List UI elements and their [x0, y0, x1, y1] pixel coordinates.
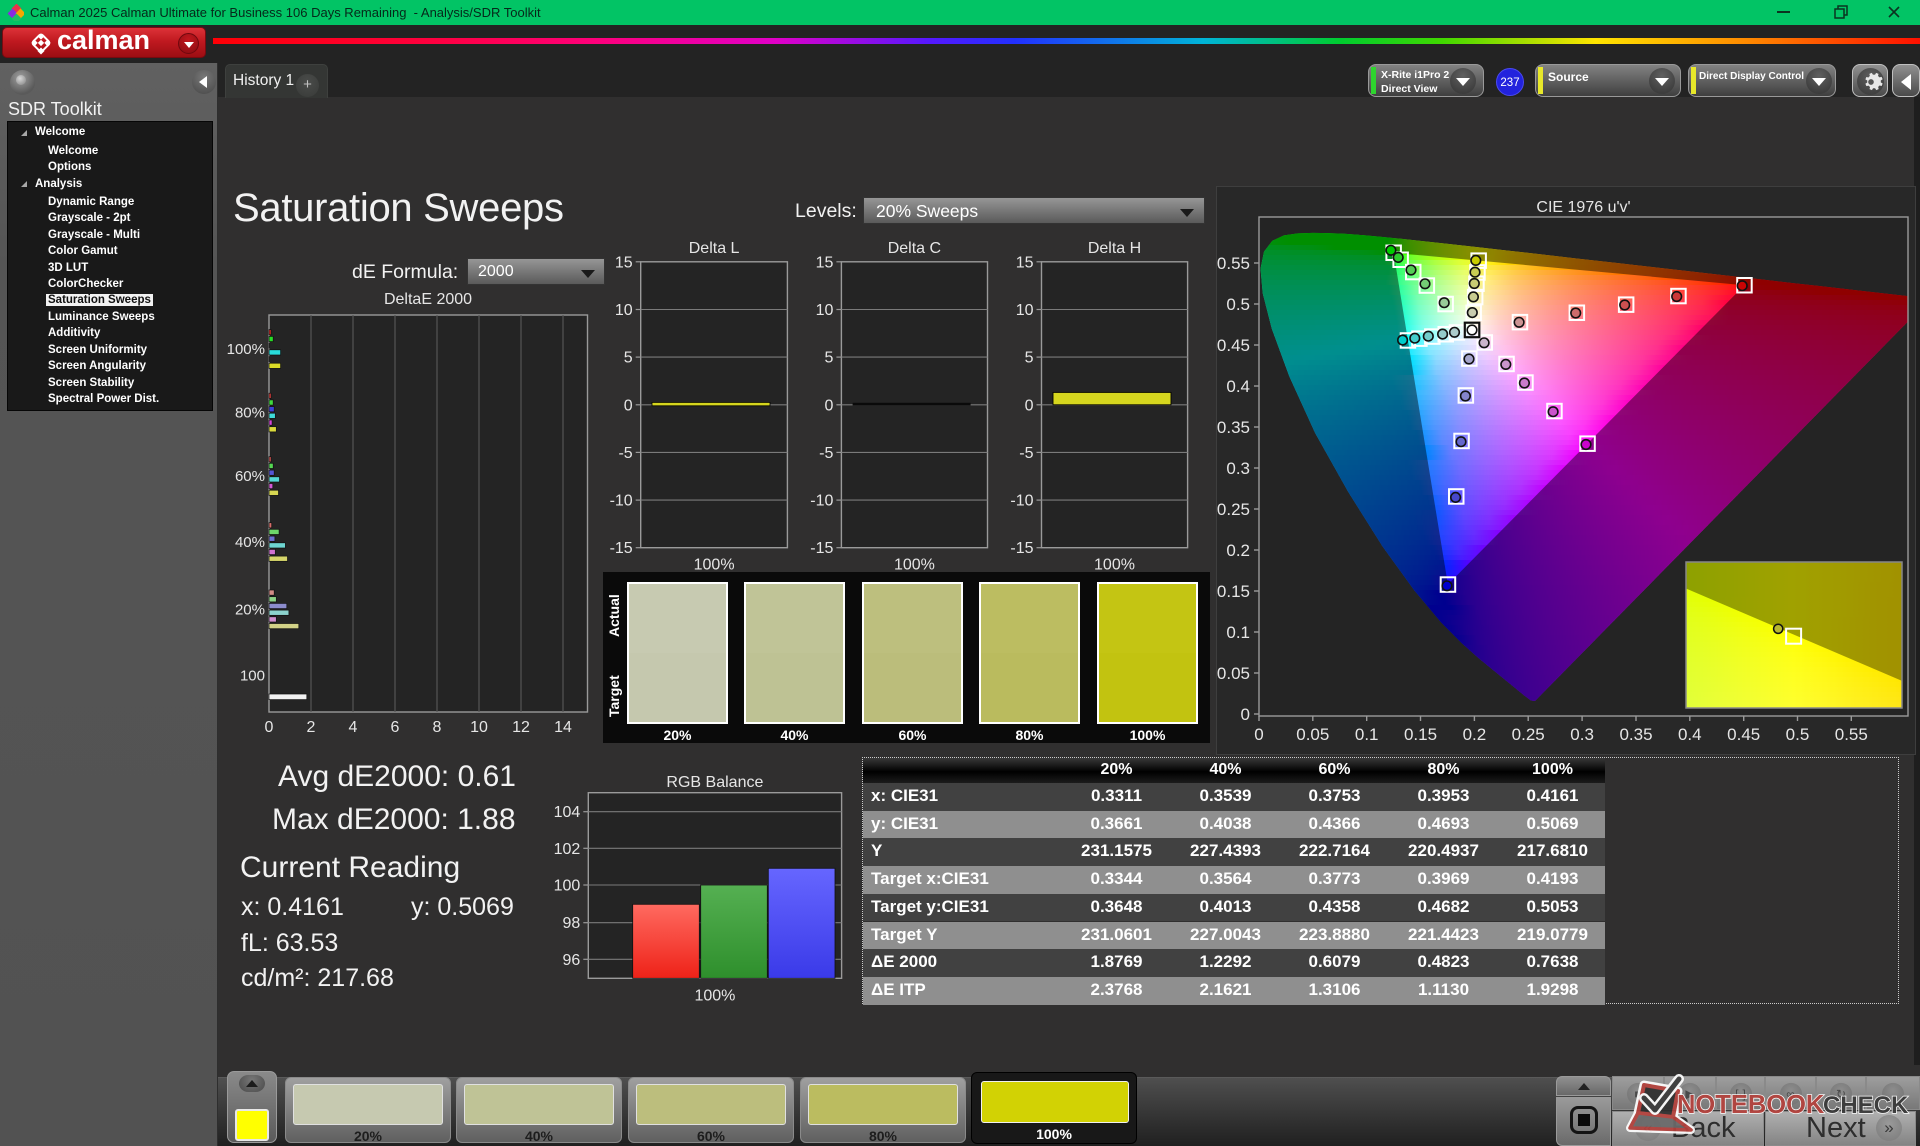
- svg-text:100%: 100%: [227, 341, 265, 358]
- svg-text:Delta C: Delta C: [888, 240, 941, 257]
- svg-text:0.3: 0.3: [1570, 725, 1594, 744]
- svg-text:0: 0: [1241, 705, 1250, 724]
- svg-text:104: 104: [554, 804, 581, 821]
- svg-text:0.5: 0.5: [1786, 725, 1810, 744]
- svg-text:-15: -15: [1010, 540, 1033, 557]
- svg-text:-5: -5: [1019, 445, 1033, 462]
- svg-text:0: 0: [624, 397, 633, 414]
- svg-text:NOTEBOOK: NOTEBOOK: [1677, 1091, 1825, 1119]
- svg-text:Delta H: Delta H: [1088, 240, 1141, 257]
- svg-text:14: 14: [554, 719, 572, 736]
- svg-text:5: 5: [1025, 350, 1034, 367]
- svg-text:-15: -15: [810, 540, 833, 557]
- svg-text:6: 6: [391, 719, 400, 736]
- svg-text:40%: 40%: [235, 534, 265, 551]
- svg-text:-10: -10: [1010, 493, 1033, 510]
- svg-text:80%: 80%: [235, 405, 265, 422]
- svg-text:0.4: 0.4: [1226, 377, 1250, 396]
- svg-text:100: 100: [240, 668, 265, 685]
- svg-text:0.3: 0.3: [1226, 459, 1250, 478]
- svg-text:98: 98: [563, 915, 581, 932]
- svg-text:15: 15: [615, 254, 633, 271]
- svg-text:0: 0: [1254, 725, 1263, 744]
- svg-text:2: 2: [307, 719, 316, 736]
- svg-text:0.25: 0.25: [1512, 725, 1545, 744]
- svg-text:DeltaE 2000: DeltaE 2000: [384, 291, 472, 308]
- svg-text:100%: 100%: [694, 987, 735, 1002]
- svg-text:0: 0: [1025, 397, 1034, 414]
- svg-text:0.05: 0.05: [1296, 725, 1329, 744]
- svg-text:5: 5: [824, 350, 833, 367]
- svg-text:-15: -15: [610, 540, 633, 557]
- svg-text:20%: 20%: [235, 601, 265, 618]
- svg-text:0.45: 0.45: [1217, 336, 1250, 355]
- svg-text:10: 10: [816, 302, 834, 319]
- svg-text:0.5: 0.5: [1226, 295, 1250, 314]
- svg-text:10: 10: [1016, 302, 1034, 319]
- svg-text:0: 0: [824, 397, 833, 414]
- svg-text:0.35: 0.35: [1619, 725, 1652, 744]
- svg-text:0.25: 0.25: [1217, 500, 1250, 519]
- svg-text:60%: 60%: [235, 468, 265, 485]
- svg-text:CIE 1976 u'v': CIE 1976 u'v': [1536, 199, 1630, 216]
- svg-text:5: 5: [624, 350, 633, 367]
- svg-text:0.2: 0.2: [1226, 541, 1250, 560]
- svg-text:Delta L: Delta L: [689, 240, 740, 257]
- svg-text:0.05: 0.05: [1217, 664, 1250, 683]
- svg-text:0.1: 0.1: [1226, 623, 1250, 642]
- svg-text:10: 10: [470, 719, 488, 736]
- svg-text:102: 102: [554, 841, 581, 858]
- svg-text:0.35: 0.35: [1217, 418, 1250, 437]
- svg-text:-10: -10: [610, 493, 633, 510]
- svg-text:4: 4: [349, 719, 358, 736]
- svg-text:CHECK: CHECK: [1823, 1092, 1909, 1119]
- svg-text:10: 10: [615, 302, 633, 319]
- svg-text:0.45: 0.45: [1727, 725, 1760, 744]
- svg-text:-10: -10: [810, 493, 833, 510]
- svg-text:96: 96: [563, 952, 581, 969]
- svg-text:0.15: 0.15: [1217, 582, 1250, 601]
- svg-text:100: 100: [554, 878, 581, 895]
- svg-text:8: 8: [433, 719, 442, 736]
- svg-text:-5: -5: [618, 445, 632, 462]
- svg-text:0: 0: [265, 719, 274, 736]
- svg-text:RGB Balance: RGB Balance: [666, 774, 763, 791]
- svg-text:15: 15: [816, 254, 834, 271]
- svg-text:0.2: 0.2: [1463, 725, 1487, 744]
- svg-text:0.4: 0.4: [1678, 725, 1702, 744]
- svg-text:0.55: 0.55: [1835, 725, 1868, 744]
- svg-text:0.55: 0.55: [1217, 254, 1250, 273]
- svg-text:12: 12: [512, 719, 530, 736]
- svg-text:0.1: 0.1: [1355, 725, 1379, 744]
- svg-text:-5: -5: [819, 445, 833, 462]
- svg-text:0.15: 0.15: [1404, 725, 1437, 744]
- svg-text:15: 15: [1016, 254, 1034, 271]
